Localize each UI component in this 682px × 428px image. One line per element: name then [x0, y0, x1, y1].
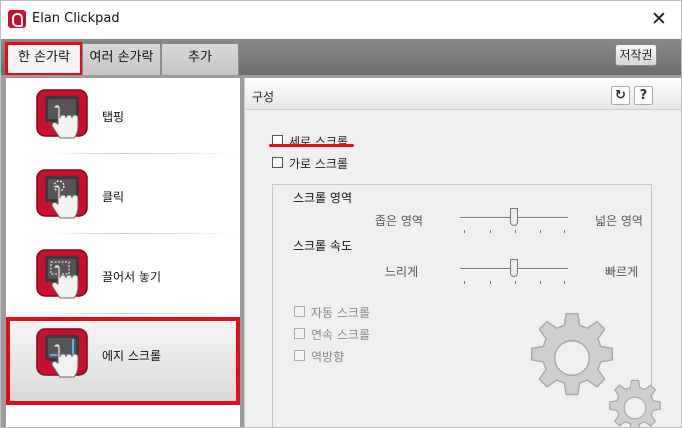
slider-tick [515, 230, 516, 233]
divider [46, 153, 240, 154]
tab-one-finger[interactable]: 한 손가락 [5, 42, 83, 76]
nav-item-click[interactable]: 클릭 [6, 158, 240, 234]
click-icon [36, 169, 88, 219]
scroll-area-slider[interactable] [460, 208, 568, 233]
section-header: 구성 ↻ ? [245, 78, 681, 110]
copyright-button[interactable]: 저작권 [615, 44, 657, 66]
elan-clickpad-window: Elan Clickpad ✕ 한 손가락 여러 손가락 추가 저작권 탭핑 클… [0, 0, 682, 428]
tab-multi-finger[interactable]: 여러 손가락 [82, 43, 161, 75]
slider-tick [490, 281, 491, 284]
gear-icon [609, 379, 661, 427]
divider [46, 233, 240, 234]
slider-tick [464, 281, 465, 284]
scroll-speed-slider[interactable] [460, 259, 568, 284]
settings-panel: 구성 ↻ ? 세로 스크롤 가로 스크롤 스크롤 영역 좁은 영역 넓은 영역 … [244, 78, 681, 427]
scroll-speed-min-label: 느리게 [385, 265, 419, 279]
checkbox-box [294, 350, 305, 361]
nav-item-label: 클릭 [102, 190, 125, 204]
nav-item-label: 끌어서 놓기 [102, 270, 162, 284]
edge-scroll-icon [36, 328, 88, 378]
drag-drop-icon [36, 249, 88, 299]
scroll-area-max-label: 넓은 영역 [595, 214, 643, 228]
slider-tick [464, 230, 465, 233]
nav-item-label: 탭핑 [102, 110, 125, 124]
slider-thumb[interactable] [510, 208, 518, 226]
title-bar: Elan Clickpad ✕ [1, 1, 681, 39]
reverse-direction-label: 역방향 [311, 350, 345, 364]
horizontal-scroll-label: 가로 스크롤 [289, 157, 349, 171]
close-icon[interactable]: ✕ [645, 5, 673, 33]
divider [46, 313, 240, 314]
slider-tick [540, 281, 541, 284]
slider-tick [564, 281, 565, 284]
nav-item-edge-scroll[interactable]: 에지 스크롤 [6, 317, 240, 405]
scroll-speed-heading: 스크롤 속도 [293, 239, 353, 253]
slider-tick [540, 230, 541, 233]
slider-thumb[interactable] [510, 259, 518, 277]
slider-tick [515, 281, 516, 284]
window-title: Elan Clickpad [32, 11, 120, 26]
tab-additional[interactable]: 추가 [161, 43, 239, 75]
help-icon[interactable]: ? [634, 86, 653, 105]
tab-bar: 한 손가락 여러 손가락 추가 저작권 [1, 39, 681, 76]
checkbox-box [294, 306, 305, 317]
vertical-scroll-label: 세로 스크롤 [289, 135, 349, 149]
nav-item-drag-drop[interactable]: 끌어서 놓기 [6, 238, 240, 314]
auto-scroll-label: 자동 스크롤 [311, 306, 371, 320]
content-area: 탭핑 클릭 끌어서 놓기 에지 스크롤 구성 ↻ ? 세로 스크롤 가로 스크롤… [1, 75, 681, 427]
nav-item-tapping[interactable]: 탭핑 [6, 78, 240, 154]
scroll-speed-max-label: 빠르게 [605, 265, 639, 279]
section-title: 구성 [252, 90, 275, 104]
scroll-area-heading: 스크롤 영역 [293, 191, 353, 205]
highlight-underline [269, 144, 354, 147]
scroll-area-min-label: 좁은 영역 [375, 214, 423, 228]
checkbox-box [294, 328, 305, 339]
tap-icon [36, 89, 88, 139]
elan-app-icon [8, 10, 26, 28]
slider-tick [490, 230, 491, 233]
refresh-icon[interactable]: ↻ [611, 86, 630, 105]
gesture-list: 탭핑 클릭 끌어서 놓기 에지 스크롤 [6, 78, 240, 427]
continuous-scroll-label: 연속 스크롤 [311, 328, 371, 342]
nav-item-label: 에지 스크롤 [102, 349, 162, 363]
slider-tick [564, 230, 565, 233]
checkbox-box[interactable] [272, 157, 283, 168]
